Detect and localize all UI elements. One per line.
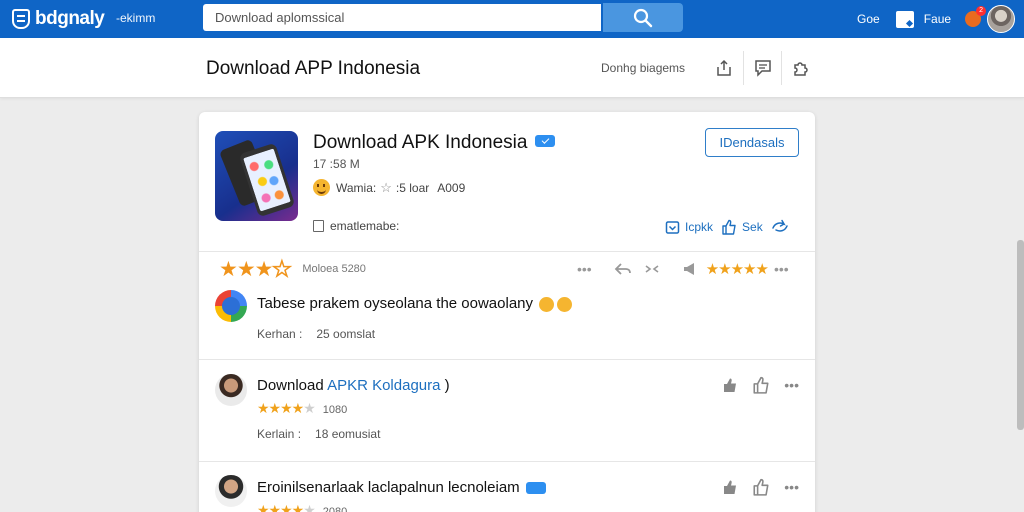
more-dots-icon[interactable]: ••• [784,479,799,495]
header-actions [705,51,819,85]
thumbs-up-icon[interactable] [752,376,770,394]
more-dots-icon[interactable]: ••• [577,261,592,277]
document-icon [313,220,324,232]
header-link[interactable]: Donhg biagems [601,61,685,75]
review-actions: ••• [722,478,799,496]
comment-button[interactable] [743,51,781,85]
puzzle-icon [793,62,808,76]
search-button[interactable] [603,3,683,32]
review-meta-value: 25 oomslat [316,327,376,341]
reply-icon[interactable] [614,262,632,276]
review-meta: Kerlain : 18 eomusiat [257,427,380,441]
megaphone-icon[interactable] [682,262,698,276]
verified-badge-icon [525,482,546,495]
top-link-faue[interactable]: Faue [924,12,951,26]
notes-icon[interactable] [895,10,914,28]
app-card: Download APK Indonesia 17 :58 M Wamia: ☆… [199,112,815,512]
share-button[interactable] [705,51,743,85]
meta-count: A009 [437,180,466,195]
notification-icon[interactable]: 2 [965,6,987,27]
review-text-body: Tabese prakem oyseolana the oowaolany [257,295,534,312]
page-header: Download APP Indonesia Donhg biagems [0,38,1024,98]
review-actions: ••• [722,376,799,394]
search-input[interactable] [203,4,601,31]
share-icon [717,59,731,76]
review-text-prefix: Download [257,377,328,394]
phone-front-graphic [238,142,296,218]
extension-button[interactable] [781,51,819,85]
site-logo[interactable]: bdgnaly [12,7,105,31]
meta-label: Wamia: [336,180,377,195]
rating-summary: ★★★★ Moloea 5280 ••• ★★★★★ ••• [219,257,799,282]
topbar-subtitle: -ekimm [116,11,156,25]
thumbs-up-icon[interactable] [752,478,770,496]
more-dots-icon[interactable]: ••• [784,377,799,393]
thumbs-up-icon[interactable] [721,219,737,235]
app-size: 17 :58 M [313,157,360,171]
smiley-icon [313,179,330,196]
review-text: Eroinilsenarlaak laclapalnun lecnoleiam [257,479,546,496]
divider [199,251,815,252]
review-text: Tabese prakem oyseolana the oowaolany [257,295,573,312]
more-dots-icon[interactable]: ••• [774,261,789,277]
emoji-icon [557,296,573,312]
emoji-icon [539,296,555,312]
rating-stars: ★★★★ [219,257,292,282]
app-actions: Icpkk Sek [665,219,789,235]
rating-tools: ••• ★★★★★ ••• [577,257,789,281]
review-meta-label: Kerlain : [257,427,302,441]
top-link-goe[interactable]: Goe [857,12,880,26]
page-scrollbar[interactable] [1017,240,1024,430]
app-name-text: Download APK Indonesia [313,132,528,153]
logo-shield-icon [12,9,30,29]
reviewer-avatar[interactable] [215,475,247,507]
permissions-label: ematlemabe: [330,219,400,233]
app-icon [215,131,298,221]
app-name: Download APK Indonesia [313,132,556,154]
notification-badge: 2 [976,6,987,16]
divider [199,359,815,360]
rating-caption: Moloea 5280 [302,263,366,275]
share-arrow-icon[interactable] [771,219,789,235]
review-text-suffix: ) [440,377,450,394]
user-avatar[interactable] [987,5,1016,33]
review-text-body: Eroinilsenarlaak laclapalnun lecnoleiam [257,479,520,496]
review-count: 1080 [322,404,348,416]
star-outline-icon: ☆ [380,179,392,195]
install-button[interactable]: IDendasals [705,128,799,157]
review-meta-value: 18 eomusiat [315,427,381,441]
review-app-link[interactable]: APKR Koldagura [327,377,440,394]
search-icon [633,8,653,27]
comment-icon [754,60,771,77]
review-stars: ★★★★★ 1080 [257,400,348,416]
review-count: 2080 [322,506,348,512]
action-label-2[interactable]: Sek [742,220,763,234]
page-title: Download APP Indonesia [206,58,421,79]
meta-rating: :5 loar [395,180,430,195]
permissions-row[interactable]: ematlemabe: [313,219,399,233]
verified-badge-icon [535,134,556,147]
review-text: Download APKR Koldagura ) [257,377,450,394]
logo-text: bdgnaly [35,8,105,29]
thumbs-up-filled-icon[interactable] [722,377,738,393]
action-label-1[interactable]: Icpkk [685,220,713,234]
top-nav-bar: bdgnaly -ekimm Goe Faue 2 [0,0,1024,38]
review-meta-label: Kerhan : [257,327,303,341]
divider [199,461,815,462]
review-meta: Kerhan : 25 oomslat [257,327,375,341]
top-right-actions: Goe Faue 2 [857,5,1016,33]
reviewer-avatar[interactable] [215,374,247,406]
download-box-icon[interactable] [665,220,680,235]
expand-icon[interactable] [644,262,660,276]
rating-small-stars: ★★★★★ [705,261,769,278]
reviewer-avatar[interactable] [215,290,247,322]
review-stars: ★★★★★ 2080 [257,502,347,512]
thumbs-up-filled-icon[interactable] [722,479,738,495]
app-meta-row: Wamia: ☆ :5 loar A009 [313,179,465,196]
